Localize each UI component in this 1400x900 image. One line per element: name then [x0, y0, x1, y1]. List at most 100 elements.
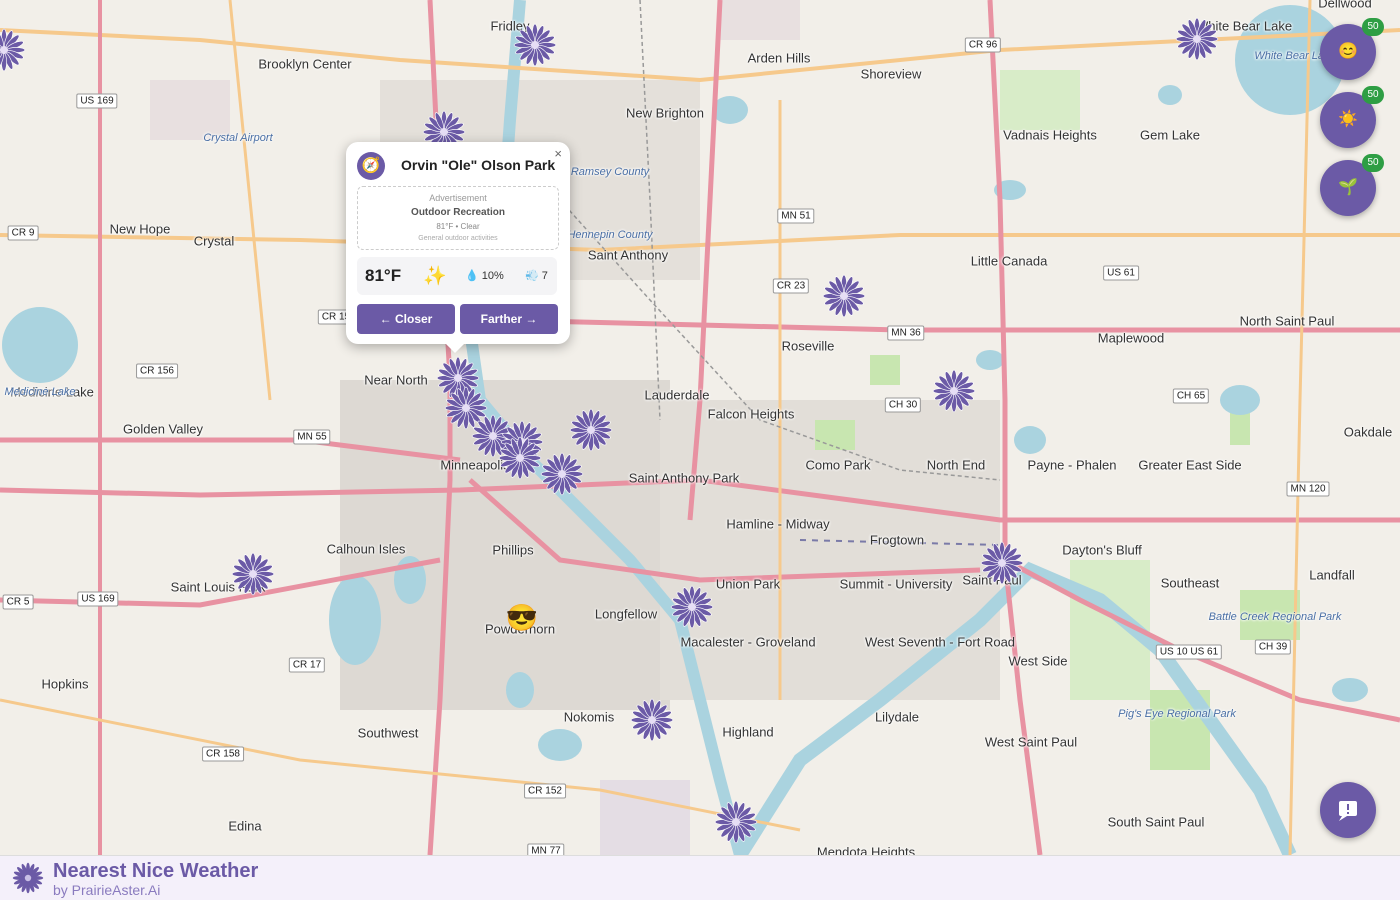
road-shield: CH 65 — [1172, 388, 1210, 404]
count-badge: 50 — [1362, 154, 1384, 172]
user-location-marker[interactable]: 😎 — [506, 603, 538, 634]
sprout-filter-button[interactable]: 🌱 50 — [1320, 154, 1384, 216]
road-shield: MN 36 — [887, 325, 925, 341]
app-subtitle: by PrairieAster.Ai — [53, 882, 161, 898]
area-label: Hennepin County — [567, 229, 653, 241]
place-label: Greater East Side — [1138, 457, 1242, 473]
area-label: Pig's Eye Regional Park — [1118, 708, 1236, 720]
place-label: Maplewood — [1097, 330, 1165, 346]
precipitation-value: 10% — [481, 270, 504, 282]
aster-marker[interactable] — [569, 408, 613, 452]
road-shield: CR 5 — [2, 594, 34, 610]
place-label: Vadnais Heights — [1003, 127, 1097, 143]
place-label: Saint Anthony Park — [628, 470, 740, 486]
aster-marker[interactable] — [670, 585, 714, 629]
sparkles-icon: ✨ — [423, 266, 447, 287]
road-shield: MN 120 — [1286, 481, 1330, 497]
road-shield: CR 96 — [964, 37, 1002, 53]
area-label: Battle Creek Regional Park — [1208, 611, 1342, 623]
place-label: Dellwood — [1318, 0, 1372, 11]
road-shield: CR 23 — [772, 278, 810, 294]
droplet-icon: 💧 — [465, 270, 479, 282]
place-label: Como Park — [805, 457, 871, 473]
place-label: Highland — [722, 724, 774, 740]
count-badge: 50 — [1362, 18, 1384, 36]
closer-button[interactable]: ← Closer — [357, 304, 455, 334]
aster-marker[interactable] — [630, 698, 674, 742]
precipitation: 💧 10% — [465, 269, 504, 282]
place-label: New Brighton — [625, 105, 705, 121]
mood-filter-button[interactable]: 😊 50 — [1320, 18, 1384, 80]
farther-button[interactable]: Farther → — [460, 304, 558, 334]
road-shield: CH 30 — [884, 397, 922, 413]
road-shield: MN 51 — [777, 208, 815, 224]
advertisement-box[interactable]: Advertisement Outdoor Recreation 81°F • … — [357, 186, 559, 250]
place-label: West Seventh - Fort Road — [864, 634, 1016, 650]
place-label: Calhoun Isles — [326, 541, 406, 557]
place-label: Little Canada — [970, 253, 1048, 269]
map-canvas[interactable]: Brooklyn Center Fridley Arden Hills Shorevi… — [0, 0, 1400, 860]
wind: 💨 7 — [525, 269, 548, 282]
road-shield: MN 55 — [293, 429, 331, 445]
place-label: Payne - Phalen — [1027, 457, 1117, 473]
place-label: Frogtown — [869, 532, 925, 548]
aster-logo-icon — [12, 862, 44, 894]
feedback-icon — [1339, 801, 1357, 821]
area-label: Ramsey County — [570, 166, 650, 178]
ad-subtitle: 81°F • Clear — [436, 222, 480, 231]
feedback-button[interactable] — [1320, 782, 1376, 838]
aster-marker[interactable] — [540, 452, 584, 496]
road-shield: US 169 — [77, 591, 119, 607]
place-label: West Saint Paul — [984, 734, 1078, 750]
place-label: South Saint Paul — [1107, 814, 1205, 830]
place-label: Dayton's Bluff — [1062, 542, 1142, 558]
area-label: Crystal Airport — [203, 132, 273, 144]
road-shield: CR 156 — [136, 363, 178, 379]
aster-marker[interactable] — [513, 23, 557, 67]
place-label: North End — [926, 457, 986, 473]
wind-icon: 💨 — [525, 270, 539, 282]
aster-marker[interactable] — [714, 800, 758, 844]
ad-description: General outdoor activities — [418, 235, 498, 242]
place-label: Hamline - Midway — [726, 516, 830, 532]
place-label: Edina — [228, 818, 262, 834]
place-label: Nokomis — [563, 709, 615, 725]
compass-icon[interactable]: 🧭 — [357, 152, 385, 180]
count-badge: 50 — [1362, 86, 1384, 104]
area-label: Medicine Lake — [4, 386, 76, 398]
place-label: Gem Lake — [1140, 127, 1200, 143]
road-shield: US 169 — [76, 93, 118, 109]
place-label: Oakdale — [1343, 424, 1393, 440]
aster-marker[interactable] — [980, 541, 1024, 585]
aster-marker[interactable] — [0, 28, 26, 72]
sun-filter-button[interactable]: ☀️ 50 — [1320, 86, 1384, 148]
close-icon[interactable]: × — [554, 146, 562, 161]
road-shield: US 61 — [1103, 265, 1139, 281]
location-popup: × 🧭 Orvin "Ole" Olson Park Advertisement… — [346, 142, 570, 353]
place-label: West Side — [1008, 653, 1068, 669]
weather-summary: 81°F ✨ 💧 10% 💨 7 — [357, 257, 557, 295]
aster-marker[interactable] — [231, 552, 275, 596]
place-label: Lilydale — [874, 709, 920, 725]
place-label: Brooklyn Center — [258, 56, 352, 72]
aster-marker[interactable] — [498, 436, 542, 480]
place-label: Crystal — [193, 233, 235, 249]
road-shield: CR 158 — [202, 746, 244, 762]
place-label: Shoreview — [860, 66, 922, 82]
popup-title: Orvin "Ole" Olson Park — [401, 157, 556, 173]
place-label: Falcon Heights — [707, 406, 795, 422]
sun-icon: ☀️ — [1338, 111, 1358, 128]
place-label: Near North — [364, 372, 428, 388]
aster-marker[interactable] — [822, 274, 866, 318]
place-label: North Saint Paul — [1239, 313, 1335, 329]
aster-marker[interactable] — [1175, 17, 1219, 61]
road-shield: US 10 US 61 — [1155, 644, 1223, 660]
road-shield: CH 39 — [1254, 639, 1292, 655]
app-root: Brooklyn Center Fridley Arden Hills Shorevi… — [0, 0, 1400, 900]
sunglasses-face-icon: 😎 — [505, 602, 539, 633]
place-label: New Hope — [109, 221, 171, 237]
aster-marker[interactable] — [932, 369, 976, 413]
place-label: Roseville — [781, 338, 835, 354]
footer-bar: Nearest Nice Weather by PrairieAster.Ai — [0, 855, 1400, 900]
smile-icon: 😊 — [1338, 43, 1358, 60]
